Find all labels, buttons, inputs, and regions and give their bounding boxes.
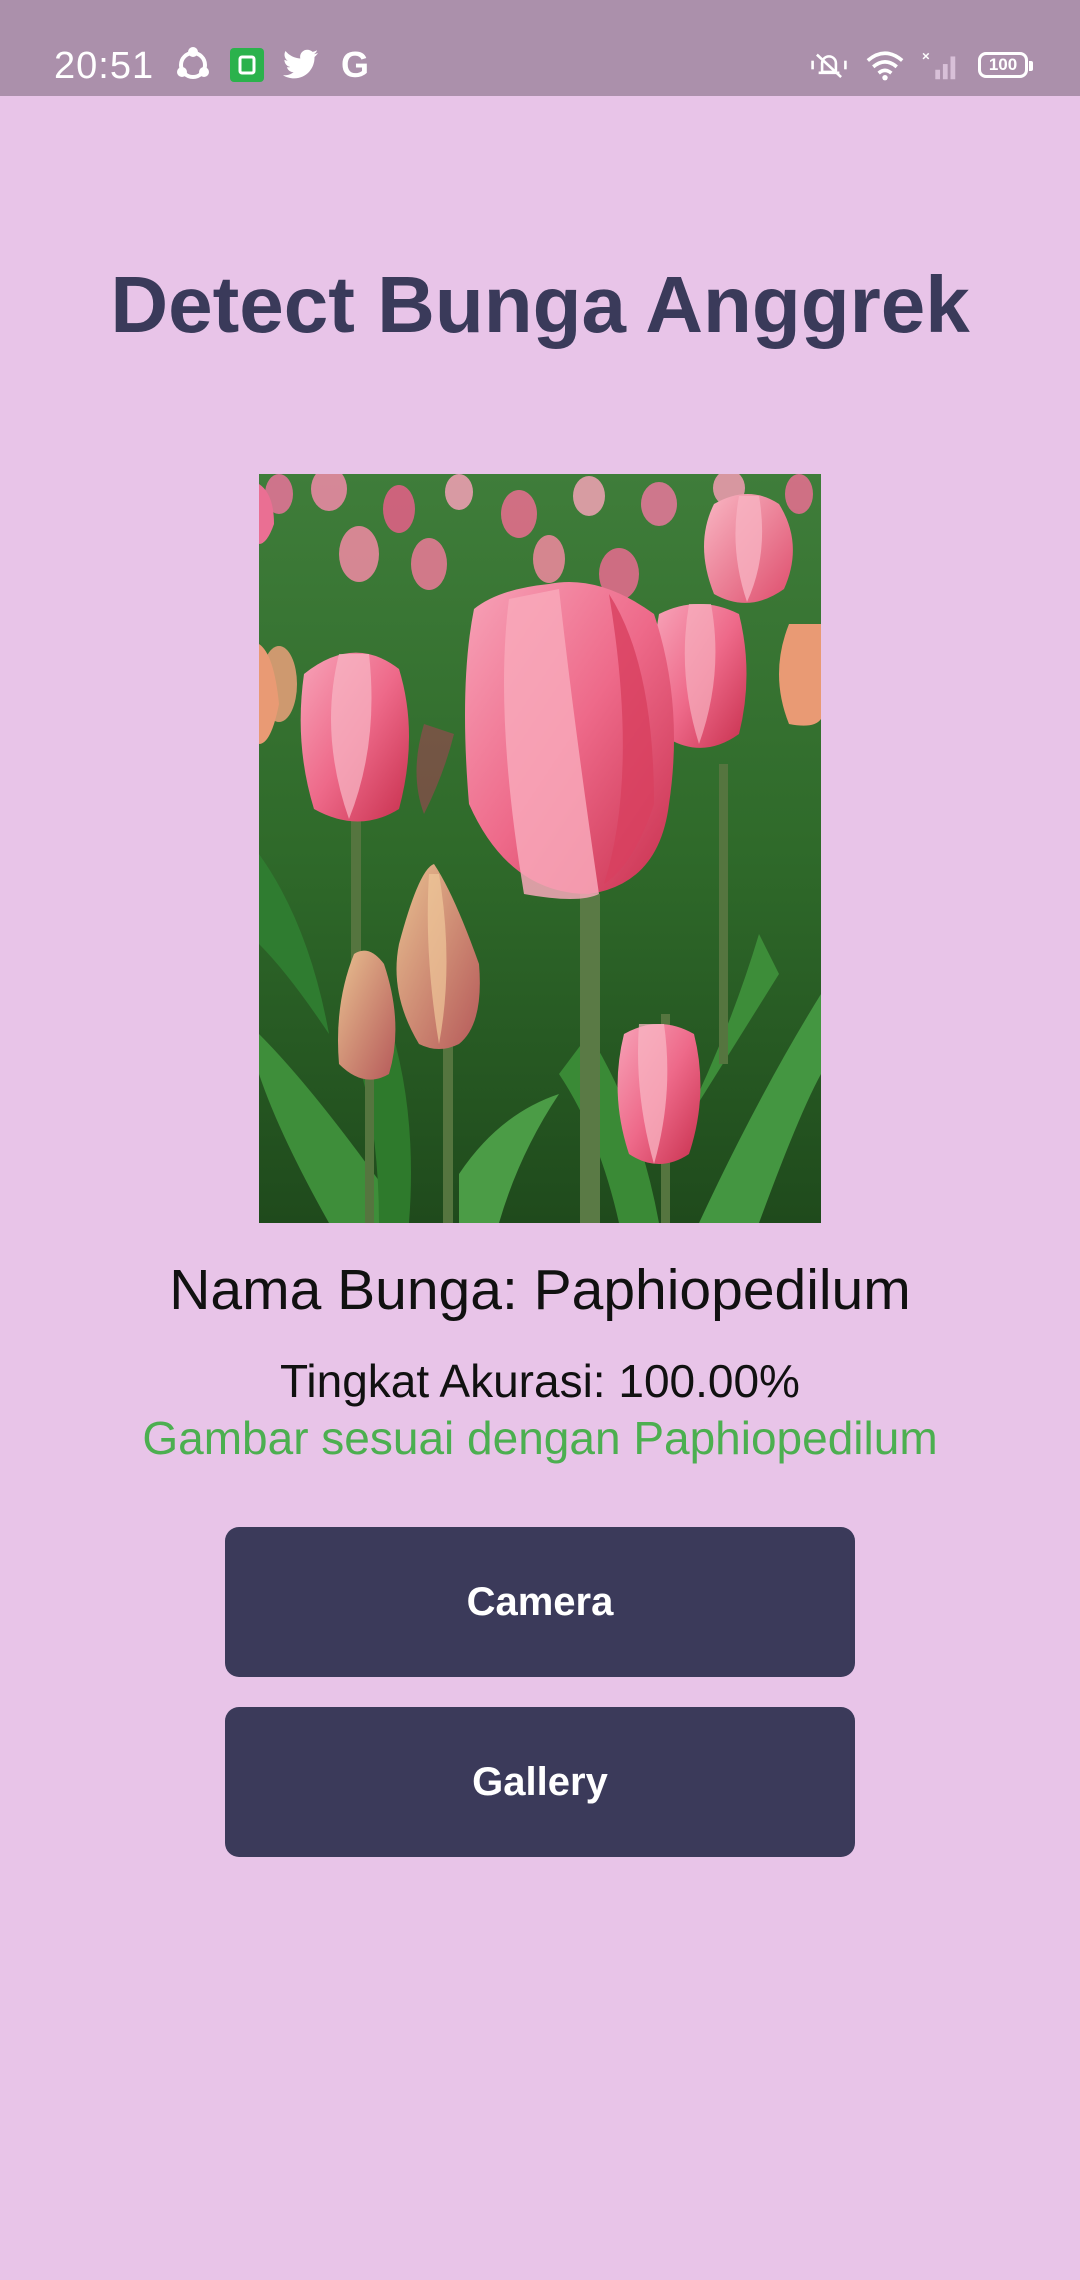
match-message: Gambar sesuai dengan Paphiopedilum (142, 1412, 938, 1464)
flower-name-result: Nama Bunga: Paphiopedilum (169, 1258, 911, 1322)
svg-text:×: × (922, 48, 930, 63)
twitter-icon (282, 46, 320, 84)
camera-button[interactable]: Camera (225, 1527, 855, 1677)
flower-photo (259, 474, 821, 1223)
accuracy-result: Tingkat Akurasi: 100.00% (280, 1355, 800, 1407)
status-bar: 20:51 G × 100 (0, 0, 1080, 96)
google-icon: G (340, 44, 369, 85)
app-store-icon (228, 46, 266, 84)
mute-vibrate-icon (810, 46, 848, 84)
wifi-icon (866, 46, 904, 84)
gallery-button[interactable]: Gallery (225, 1707, 855, 1857)
status-icons-left: G (174, 44, 374, 85)
status-time: 20:51 (54, 45, 155, 87)
signal-icon: × (922, 46, 960, 84)
battery-icon: 100 (978, 52, 1033, 78)
status-icons-right: × 100 (810, 46, 1033, 84)
sync-icon (174, 46, 212, 84)
page-title: Detect Bunga Anggrek (110, 260, 970, 349)
